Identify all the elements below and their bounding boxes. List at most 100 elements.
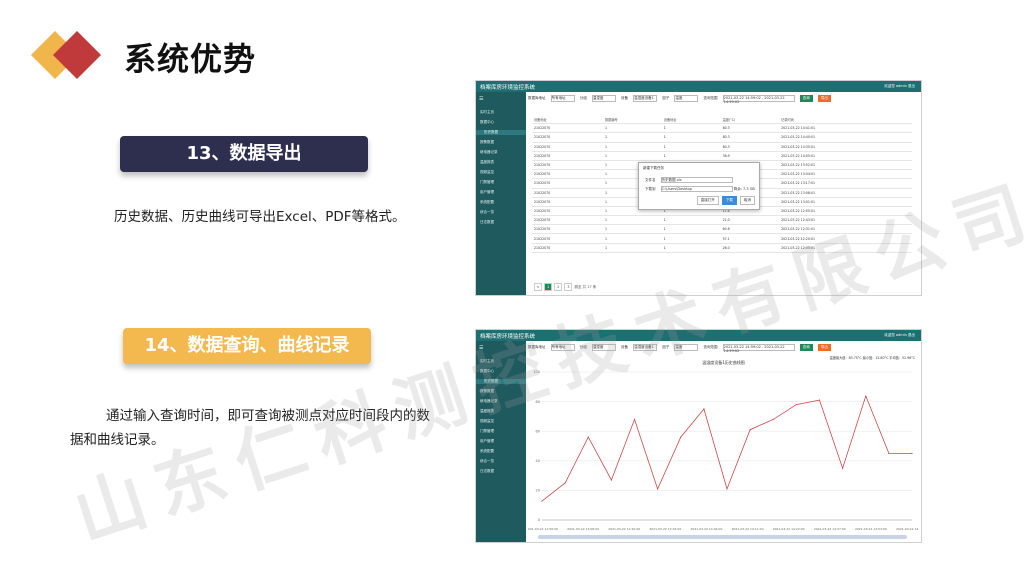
prev-page-button[interactable]: < [534, 283, 542, 291]
table-cell: 21022070 [532, 132, 603, 143]
sidebar-item[interactable]: 系统配置 [480, 200, 494, 205]
history-line-chart: 0 20 40 60 80 100 2021-03-22 11:56:00 2021-03-2… [528, 370, 918, 531]
free-space: 剩余: 7.3 GB [733, 187, 755, 191]
filter-device-select[interactable]: 温湿度设备1 [633, 344, 658, 351]
user-info[interactable]: 欢迎您 admin 退出 [884, 333, 915, 338]
y-tick-label: 20 [536, 489, 540, 493]
column-header[interactable]: 记录时间 [779, 115, 912, 125]
sidebar-item[interactable]: 实时主页 [480, 359, 494, 364]
table-cell: 2021-03-22 14:35:01 [779, 142, 912, 152]
data-point [795, 403, 797, 406]
page-button[interactable]: 3 [564, 283, 573, 291]
data-point [842, 467, 844, 469]
table-cell: 2021-03-22 14:05:01 [779, 151, 912, 161]
table-cell: 1 [661, 243, 721, 253]
page-button[interactable]: 1 [544, 283, 553, 291]
filter-device-select[interactable]: 温湿度设备1 [633, 95, 658, 102]
chart-zoom-scrollbar[interactable] [538, 535, 907, 539]
hamburger-icon[interactable]: ☰ [479, 96, 483, 102]
table-cell: 26.0 [720, 243, 780, 253]
filter-factor-select[interactable]: 温度 [674, 344, 699, 351]
table-cell: 1 [603, 132, 662, 143]
x-tick-label: 2021-03-22 12:08:00 [567, 527, 599, 531]
export-button[interactable]: 导出 [817, 95, 831, 102]
table-cell: 21022070 [532, 233, 603, 244]
sidebar-item[interactable]: 视频监控 [480, 170, 494, 175]
sidebar-item[interactable]: 视频监控 [480, 419, 494, 424]
sidebar-item[interactable]: 实时主页 [480, 110, 494, 115]
search-button[interactable]: 查询 [799, 95, 813, 102]
sidebar-item[interactable]: 数据中心 [480, 120, 494, 125]
open-button[interactable]: 直接打开 [696, 196, 719, 205]
cancel-button[interactable]: 取消 [740, 196, 755, 205]
data-point [726, 488, 728, 490]
sidebar-item[interactable]: 报警数据 [480, 389, 494, 394]
sidebar-item[interactable]: 综合一览 [480, 210, 494, 215]
filename-label: 文件名 [645, 178, 656, 182]
table-cell: 2021-03-22 12:31:01 [779, 224, 912, 235]
x-tick-label: 2021-03-22 12:20:00 [608, 527, 640, 531]
sidebar-item[interactable]: 用户管理 [480, 439, 494, 444]
sidebar-item[interactable]: 日志数据 [480, 220, 494, 225]
table-cell: 2021-03-22 13:01:01 [779, 197, 912, 207]
table-cell: 1 [603, 123, 662, 134]
sidebar-item[interactable]: 日志数据 [480, 469, 494, 474]
sidebar-item[interactable]: 历史数据 [476, 130, 526, 135]
table-cell: 1 [661, 142, 721, 152]
data-point [888, 452, 890, 454]
download-dialog: 新建下载任务 文件名 历史数据.xls 下载到 C:\Users\Desktop… [638, 162, 760, 210]
section-label-query: 14、数据查询、曲线记录 [123, 328, 371, 364]
column-header[interactable]: 设备地址 [532, 115, 603, 125]
total-count: 共 17 条 [582, 285, 597, 289]
user-info[interactable]: 欢迎您 admin 退出 [884, 84, 915, 89]
table-cell: 36.9 [720, 151, 780, 161]
sidebar-item[interactable]: 报警数据 [480, 140, 494, 145]
filename-input[interactable]: 历史数据.xls [660, 177, 733, 183]
hamburger-icon[interactable]: ☰ [479, 345, 483, 351]
sidebar-item[interactable]: 门禁管理 [480, 429, 494, 434]
sidebar-item[interactable]: 温度报表 [480, 409, 494, 414]
sidebar-item[interactable]: 数据中心 [480, 369, 494, 374]
filter-factor-select[interactable]: 温度 [674, 95, 699, 102]
path-input[interactable]: C:\Users\Desktop [660, 186, 733, 192]
column-header[interactable]: 设备地址 [661, 115, 721, 125]
table-cell: 21022070 [532, 188, 603, 198]
dialog-title: 新建下载任务 [643, 166, 664, 170]
sidebar-item[interactable]: 综合一览 [480, 459, 494, 464]
sidebar-item[interactable]: 用户管理 [480, 190, 494, 195]
app-topbar: 档案库房环境监控系统 欢迎您 admin 退出 [476, 81, 921, 92]
table-cell: 1 [603, 243, 662, 253]
filter-address-select[interactable]: 所有地址 [550, 344, 575, 351]
sidebar-item[interactable]: 继电器记录 [480, 399, 498, 404]
series-line [541, 394, 912, 502]
table-cell: 1 [661, 132, 721, 143]
x-tick-label: 2021-03-22 14:04:00 [691, 527, 723, 531]
data-point [541, 500, 543, 502]
export-button[interactable]: 导出 [817, 344, 831, 351]
sidebar-item[interactable]: 历史数据 [476, 379, 526, 384]
column-header[interactable]: 温度(°C) [720, 115, 780, 125]
search-button[interactable]: 查询 [799, 344, 813, 351]
download-button[interactable]: 下载 [721, 196, 737, 205]
sidebar-item[interactable]: 继电器记录 [480, 150, 498, 155]
table-cell: 2021-03-22 12:05:01 [779, 243, 912, 253]
column-header[interactable]: 数据编号 [603, 115, 662, 125]
sidebar-item[interactable]: 系统配置 [480, 449, 494, 454]
sidebar-item[interactable]: 门禁管理 [480, 180, 494, 185]
slide-title: 系统优势 [124, 40, 257, 78]
page-button[interactable]: 2 [554, 283, 563, 291]
filter-label: 设备 [621, 96, 628, 100]
sidebar-item[interactable]: 温度报表 [480, 160, 494, 165]
table-cell: 21022070 [532, 160, 603, 171]
table-cell: 80.3 [720, 132, 780, 143]
filter-range-input[interactable]: 2021-03-22 14:59:02 - 2021-03-22 14:59:0… [722, 344, 795, 353]
table-row: 21022070 1 1 36.9 2021-03-22 14:05:01 [532, 151, 912, 161]
filter-group-select[interactable]: 温湿度 [591, 344, 616, 351]
filter-range-input[interactable]: 2021-03-22 14:59:02 - 2021-03-22 14:59:0… [722, 95, 795, 104]
filter-group-select[interactable]: 温湿度 [591, 95, 616, 102]
filter-label: 查询范围 [703, 96, 718, 100]
data-point [564, 482, 566, 484]
filter-address-select[interactable]: 所有地址 [550, 95, 575, 102]
table-cell: 1 [661, 123, 721, 134]
data-point [911, 452, 913, 454]
